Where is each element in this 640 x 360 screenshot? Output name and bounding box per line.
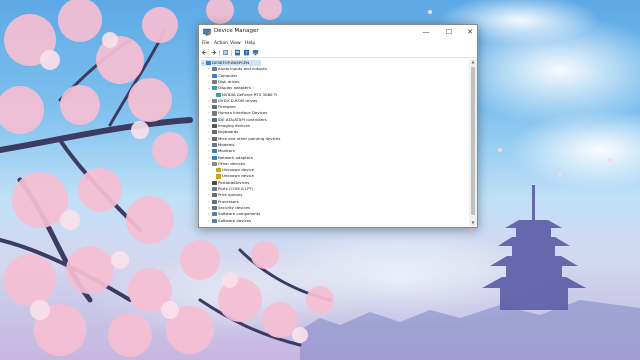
tree-item-label: Software devices [218, 217, 252, 223]
back-arrow-icon[interactable] [201, 49, 208, 56]
component-icon [212, 212, 217, 217]
scroll-thumb[interactable] [471, 67, 475, 215]
window-title: Device Manager [214, 28, 259, 34]
mouse-icon [212, 136, 217, 141]
security-icon [212, 205, 217, 211]
menu-view[interactable]: View [230, 40, 241, 47]
expand-chevron-icon[interactable]: ⌄ [201, 60, 205, 66]
controller-icon [212, 117, 217, 122]
unknown-device-icon [212, 161, 217, 166]
warning-device-icon [216, 174, 221, 179]
expand-chevron-icon[interactable]: › [207, 218, 211, 224]
properties-icon[interactable] [234, 49, 241, 56]
device-view-icon[interactable] [222, 49, 229, 56]
device-tree[interactable]: ⌄ DESKTOP-B0SPCEN › Audio inputs and output… [199, 59, 469, 226]
dvd-icon [212, 98, 217, 103]
display-adapter-icon [216, 92, 221, 97]
speaker-icon [212, 67, 217, 72]
menu-bar: File Action View Help [199, 39, 477, 48]
vertical-scrollbar[interactable]: ▲ ▼ [469, 59, 477, 226]
scroll-up-arrow-icon[interactable]: ▲ [469, 59, 477, 65]
hid-icon [212, 111, 217, 116]
menu-file[interactable]: File [202, 40, 210, 47]
chip-icon [212, 105, 217, 110]
forward-arrow-icon[interactable] [210, 49, 217, 56]
portable-device-icon [212, 180, 217, 185]
tree-category[interactable]: › Software devices [207, 218, 347, 224]
minimize-button[interactable]: — [419, 25, 433, 39]
toolbar-separator [219, 50, 220, 56]
device-manager-app-icon [203, 28, 211, 36]
computer-icon [206, 61, 211, 66]
scroll-down-arrow-icon[interactable]: ▼ [469, 220, 477, 226]
help-icon[interactable]: ? [243, 49, 250, 56]
device-manager-window: Device Manager — ☐ ✕ File Action View He… [198, 24, 478, 228]
computer-icon [212, 73, 217, 78]
camera-icon [212, 124, 217, 129]
collapse-chevron-icon[interactable]: ⌄ [207, 85, 211, 91]
toolbar: ? [199, 48, 477, 58]
disk-icon [212, 79, 217, 85]
title-bar[interactable]: Device Manager — ☐ ✕ [199, 25, 477, 39]
close-button[interactable]: ✕ [463, 25, 477, 39]
monitor-icon [212, 149, 217, 154]
display-adapter-icon [212, 86, 217, 91]
menu-help[interactable]: Help [245, 40, 255, 47]
network-icon [212, 155, 217, 160]
maximize-button[interactable]: ☐ [442, 25, 456, 39]
collapse-chevron-icon[interactable]: ⌄ [207, 161, 211, 167]
menu-action[interactable]: Action [214, 40, 228, 47]
printer-icon [212, 193, 217, 198]
processor-icon [212, 199, 217, 204]
toolbar-separator [231, 50, 232, 56]
keyboard-icon [212, 130, 217, 135]
port-icon [212, 187, 217, 192]
warning-device-icon [216, 168, 221, 173]
software-device-icon [212, 218, 217, 223]
modem-icon [212, 142, 217, 148]
monitor-scan-icon[interactable] [252, 49, 259, 56]
